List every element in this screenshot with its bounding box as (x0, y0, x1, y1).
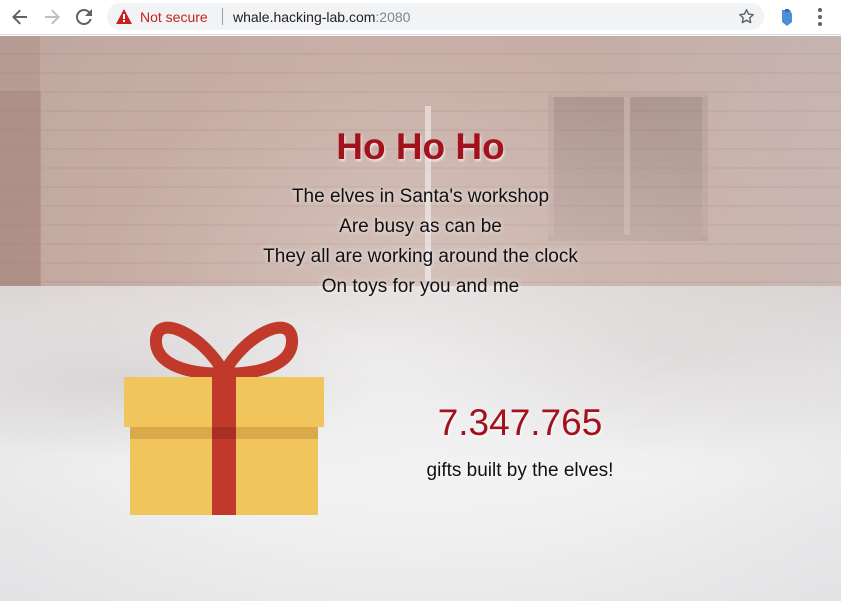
page-title: Ho Ho Ho (336, 126, 505, 167)
gift-bow-left (150, 321, 230, 380)
arrow-right-icon (45, 9, 60, 25)
gift-counter: 7.347.765 (437, 402, 603, 443)
menu-dot (818, 22, 822, 26)
url-text[interactable]: whale.hacking-lab.com:2080 (233, 9, 410, 25)
warning-triangle-icon (116, 9, 132, 24)
gift-ribbon-shadow (212, 427, 236, 439)
browser-menu-button[interactable] (810, 6, 830, 28)
reload-icon (76, 9, 92, 25)
address-divider (222, 8, 223, 25)
gift-bow-right (218, 321, 298, 380)
gift-ribbon (212, 377, 236, 515)
gift-icon (124, 321, 324, 515)
poem-line: Are busy as can be (339, 216, 502, 237)
reload-button[interactable] (70, 4, 98, 30)
poem: The elves in Santa's workshop Are busy a… (0, 182, 841, 302)
gift-counter-label: gifts built by the elves! (426, 460, 614, 481)
menu-dot (818, 8, 822, 12)
url-host: whale.hacking-lab.com (233, 9, 376, 25)
security-status[interactable]: Not secure (140, 9, 208, 25)
poem-line: On toys for you and me (321, 276, 520, 297)
url-port: :2080 (375, 9, 411, 25)
star-icon[interactable] (738, 8, 755, 25)
address-bar[interactable]: Not secure whale.hacking-lab.com:2080 (107, 3, 764, 30)
back-button[interactable] (6, 4, 34, 30)
browser-toolbar: Not secure whale.hacking-lab.com:2080 (0, 0, 841, 35)
page-content: Ho Ho Ho The elves in Santa's workshop A… (0, 36, 841, 601)
forward-button[interactable] (38, 4, 66, 30)
poem-line: The elves in Santa's workshop (291, 186, 550, 207)
menu-dot (818, 15, 822, 19)
extension-icon[interactable] (778, 7, 796, 27)
poem-line: They all are working around the clock (263, 246, 578, 267)
arrow-left-icon (12, 9, 27, 25)
